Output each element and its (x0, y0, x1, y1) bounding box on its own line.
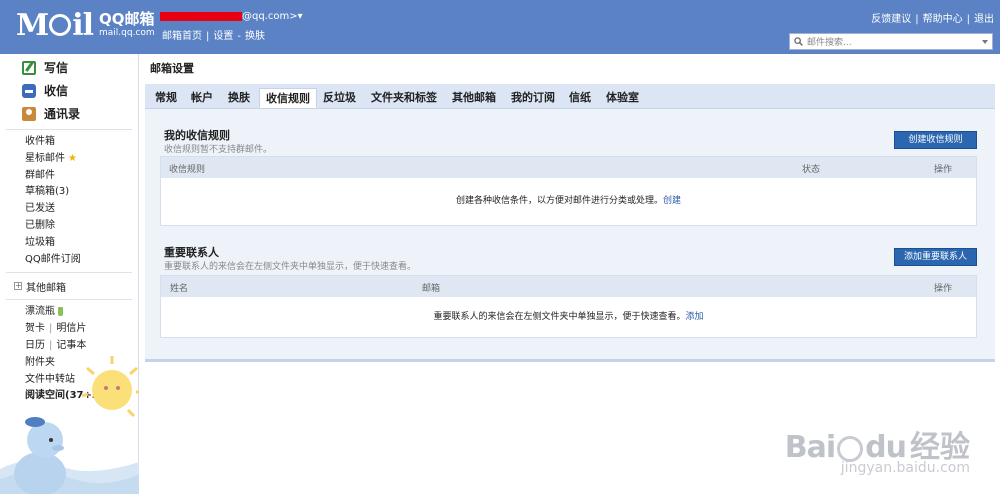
vip-empty-row: 重要联系人的来信会在左侧文件夹中单独显示，便于快速查看。添加 (161, 297, 976, 337)
baidu-paw-icon (837, 435, 864, 462)
expand-icon: + (14, 281, 22, 291)
tab-mail-rules[interactable]: 收信规则 (259, 88, 317, 108)
bottle-icon (58, 306, 63, 316)
logo-brand: QQ邮箱 (99, 10, 155, 28)
sidebar-illustration (0, 354, 139, 494)
search-icon (794, 37, 803, 46)
add-vip-link[interactable]: 添加 (686, 312, 704, 322)
create-rule-link[interactable]: 创建 (663, 196, 681, 206)
vip-table-header: 姓名 邮箱 操作 (161, 276, 976, 297)
link-logout[interactable]: 退出 (974, 14, 994, 25)
folder-sent[interactable]: 已发送 (25, 201, 138, 218)
baidu-jingyan-watermark: Bai du 经验 jingyan.baidu.com (784, 430, 970, 476)
sun-and-character-illustration (0, 356, 139, 494)
greeting-card-link[interactable]: 贺卡 (25, 323, 45, 334)
chevron-down-icon: ▾ (297, 11, 303, 22)
compose-button[interactable]: 写信 (22, 56, 138, 79)
receive-mail-button[interactable]: 收信 (22, 79, 138, 102)
folder-list: 收件箱 星标邮件 ★ 群邮件 草稿箱(3) 已发送 已删除 垃圾箱 QQ邮件订阅 (0, 134, 138, 268)
divider (6, 272, 132, 274)
tab-skin[interactable]: 换肤 (228, 88, 250, 108)
search-input[interactable]: 邮件搜索... (807, 35, 982, 48)
col-vip-actions: 操作 (934, 284, 953, 294)
inbox-icon (22, 83, 36, 98)
contacts-icon (22, 106, 36, 121)
mail-search-box[interactable]: 邮件搜索... (789, 33, 993, 50)
top-links: 反馈建议 | 帮助中心 | 退出 (871, 14, 994, 25)
folder-starred[interactable]: 星标邮件 ★ (25, 151, 138, 168)
logo-mail-wordmark: Mil (16, 8, 94, 43)
folder-spam[interactable]: 垃圾箱 (25, 235, 138, 252)
col-actions: 操作 (934, 165, 953, 175)
link-feedback[interactable]: 反馈建议 (871, 14, 911, 25)
rules-title: 我的收信规则 (164, 129, 230, 142)
page-title: 邮箱设置 (150, 62, 194, 75)
account-suffix: @qq.com> (242, 11, 298, 22)
tab-lab[interactable]: 体验室 (606, 88, 639, 108)
tab-other-mailboxes[interactable]: 其他邮箱 (452, 88, 496, 108)
col-rule: 收信规则 (169, 165, 206, 175)
settings-panel: 我的收信规则 收信规则暂不支持群邮件。 创建收信规则 收信规则 状态 操作 创建… (145, 109, 995, 362)
vip-title: 重要联系人 (164, 246, 219, 259)
tab-stationery[interactable]: 信纸 (569, 88, 591, 108)
sidebar: 写信 收信 通讯录 收件箱 星标邮件 ★ 群邮件 草稿箱(3) 已发送 已删除 垃… (0, 54, 139, 494)
tab-folders-labels[interactable]: 文件夹和标签 (371, 88, 437, 108)
col-email: 邮箱 (422, 284, 441, 294)
redacted-account-name (160, 11, 242, 21)
contacts-button[interactable]: 通讯录 (22, 102, 138, 125)
rules-subtitle: 收信规则暂不支持群邮件。 (164, 145, 273, 155)
account-address[interactable]: @qq.com>▾ (160, 11, 303, 22)
folder-inbox[interactable]: 收件箱 (25, 134, 138, 151)
rules-empty-text: 创建各种收信条件，以方便对邮件进行分类或处理。 (455, 196, 663, 206)
col-status: 状态 (802, 165, 821, 175)
settings-tabs: 常规 帐户 换肤 收信规则 反垃圾 文件夹和标签 其他邮箱 我的订阅 信纸 体验… (145, 84, 995, 109)
account-links: 邮箱首页 | 设置 - 换肤 (162, 31, 265, 42)
divider (6, 129, 132, 130)
qq-mail-logo[interactable]: Mil QQ邮箱 mail.qq.com (16, 8, 155, 44)
rules-empty-row: 创建各种收信条件，以方便对邮件进行分类或处理。创建 (161, 178, 976, 225)
link-help-center[interactable]: 帮助中心 (923, 14, 963, 25)
star-icon: ★ (68, 152, 77, 164)
calendar-link[interactable]: 日历 (25, 340, 45, 351)
link-change-skin[interactable]: 换肤 (245, 31, 265, 42)
add-vip-contact-button[interactable]: 添加重要联系人 (894, 248, 977, 266)
compose-icon (22, 60, 36, 75)
tab-anti-spam[interactable]: 反垃圾 (323, 88, 356, 108)
folder-group-mail[interactable]: 群邮件 (25, 168, 138, 185)
col-name: 姓名 (170, 284, 189, 294)
vip-table: 姓名 邮箱 操作 重要联系人的来信会在左侧文件夹中单独显示，便于快速查看。添加 (160, 275, 977, 338)
folder-drafts[interactable]: 草稿箱(3) (25, 184, 138, 201)
vip-empty-text: 重要联系人的来信会在左侧文件夹中单独显示，便于快速查看。 (433, 312, 686, 322)
rules-table-header: 收信规则 状态 操作 (161, 157, 976, 178)
rules-table: 收信规则 状态 操作 创建各种收信条件，以方便对邮件进行分类或处理。创建 (160, 156, 977, 226)
vip-subtitle: 重要联系人的来信会在左侧文件夹中单独显示，便于快速查看。 (164, 262, 417, 272)
postcard-link[interactable]: 明信片 (56, 323, 86, 334)
tab-account[interactable]: 帐户 (191, 88, 213, 108)
link-mail-home[interactable]: 邮箱首页 (162, 31, 202, 42)
create-rule-button[interactable]: 创建收信规则 (894, 131, 977, 149)
header-bar: Mil QQ邮箱 mail.qq.com @qq.com>▾ 邮箱首页 | 设置 - 换… (0, 0, 1000, 54)
quick-actions: 写信 收信 通讯录 (0, 54, 138, 125)
other-mailboxes-toggle[interactable]: + 其他邮箱 (0, 277, 138, 295)
watermark-url: jingyan.baidu.com (840, 460, 970, 476)
folder-subscriptions[interactable]: QQ邮件订阅 (25, 252, 138, 269)
logo-domain: mail.qq.com (99, 28, 155, 38)
folder-deleted[interactable]: 已删除 (25, 218, 138, 235)
notebook-link[interactable]: 记事本 (56, 340, 86, 351)
link-settings[interactable]: 设置 (213, 31, 233, 42)
tab-my-subscriptions[interactable]: 我的订阅 (511, 88, 555, 108)
tab-general[interactable]: 常规 (155, 88, 177, 108)
drift-bottle-link[interactable]: 漂流瓶 (25, 304, 138, 321)
search-dropdown-icon[interactable] (982, 39, 988, 44)
divider (6, 299, 132, 301)
